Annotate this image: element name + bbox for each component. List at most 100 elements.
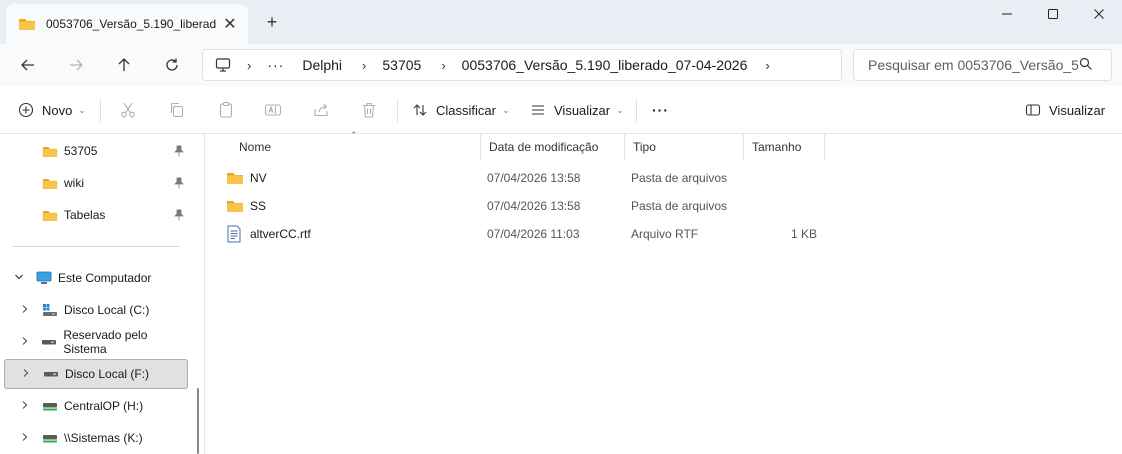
chevron-right-icon[interactable] (19, 368, 33, 381)
search-icon (1079, 57, 1101, 74)
sidebar-item-wiki[interactable]: wiki (4, 168, 188, 198)
clipboard-icon (219, 101, 233, 118)
tab-title: 0053706_Versão_5.190_liberado_07-04-2026 (46, 17, 216, 31)
address-bar[interactable]: › ··· Delphi › 53705 › 0053706_Versão_5.… (202, 49, 842, 81)
arrow-left-icon (21, 59, 34, 71)
details-pane-label: Visualizar (1049, 102, 1106, 118)
column-header-type[interactable]: Tipo (625, 134, 744, 160)
sidebar-item-drive-h[interactable]: CentralOP (H:) (4, 391, 188, 421)
breadcrumb-separator[interactable]: › (441, 58, 445, 73)
minimize-button[interactable] (984, 0, 1030, 28)
divider (100, 100, 101, 122)
sidebar-item-tabelas[interactable]: Tabelas (4, 200, 188, 230)
file-size (750, 164, 817, 192)
pin-icon (174, 209, 184, 224)
search-input[interactable]: Pesquisar em 0053706_Versão_5 (868, 57, 1079, 73)
new-tab-button[interactable]: + (262, 12, 282, 33)
command-bar: Novo ⌄ Classificar ⌄ Visualizar ⌄ ··· Vi… (0, 86, 1122, 134)
sidebar-item-drive-c[interactable]: Disco Local (C:) (4, 295, 188, 325)
file-name: SS (250, 199, 267, 213)
column-header-name[interactable]: Nome (224, 134, 481, 160)
delete-button[interactable] (358, 100, 380, 120)
view-button-label: Visualizar (554, 102, 611, 118)
sidebar-item-drive-k[interactable]: \\Sistemas (K:) (4, 423, 188, 453)
breadcrumb-separator[interactable]: › (362, 58, 366, 73)
title-bar: 0053706_Versão_5.190_liberado_07-04-2026… (0, 0, 1122, 44)
share-button[interactable] (310, 100, 332, 120)
sidebar-item-label: Este Computador (58, 271, 152, 285)
computer-icon (215, 57, 231, 73)
breadcrumb-current-folder[interactable]: 0053706_Versão_5.190_liberado_07-04-2026 (462, 57, 748, 73)
back-button[interactable] (14, 52, 42, 78)
sidebar-item-label: Disco Local (C:) (64, 303, 150, 317)
sidebar-item-label: CentralOP (H:) (64, 399, 144, 413)
sidebar-item-drive-f[interactable]: Disco Local (F:) (4, 359, 188, 389)
maximize-button[interactable] (1030, 0, 1076, 28)
breadcrumb-separator[interactable]: › (765, 58, 769, 73)
close-tab-button[interactable]: ✕ (222, 14, 238, 34)
trash-icon (363, 102, 375, 118)
details-pane-button[interactable]: Visualizar (1025, 86, 1105, 134)
scissors-icon (121, 102, 135, 118)
breadcrumb-53705[interactable]: 53705 (382, 57, 421, 73)
view-button[interactable]: Visualizar ⌄ (530, 86, 624, 134)
divider (636, 100, 637, 122)
folder-icon (42, 144, 58, 158)
sort-button[interactable]: Classificar ⌄ (412, 86, 510, 134)
chevron-right-icon[interactable] (18, 432, 32, 445)
sidebar-scrollbar[interactable] (197, 388, 199, 454)
share-icon (314, 103, 328, 117)
cut-button[interactable] (117, 100, 139, 120)
more-options-button[interactable]: ··· (652, 86, 669, 134)
maximize-icon (1048, 9, 1058, 19)
sidebar-item-label: 53705 (64, 144, 98, 158)
chevron-down-icon[interactable] (12, 272, 26, 285)
minimize-icon (1002, 13, 1012, 15)
column-headers: Nome Data de modificação Tipo Tamanho (206, 134, 1122, 160)
rename-icon (264, 104, 282, 116)
breadcrumb-overflow[interactable]: ··· (267, 57, 284, 73)
file-row-nv[interactable]: NV 07/04/2026 13:58 Pasta de arquivos (206, 164, 1122, 192)
tab-current-folder[interactable]: 0053706_Versão_5.190_liberado_07-04-2026… (6, 4, 248, 44)
drive-icon (43, 367, 59, 381)
windows-drive-icon (42, 303, 58, 317)
navigation-bar: › ··· Delphi › 53705 › 0053706_Versão_5.… (0, 44, 1122, 86)
file-row-altvercc[interactable]: altverCC.rtf 07/04/2026 11:03 Arquivo RT… (206, 220, 1122, 248)
sidebar-item-reserved[interactable]: Reservado pelo Sistema (4, 327, 188, 357)
forward-button[interactable] (62, 52, 90, 78)
folder-icon (42, 176, 58, 190)
sidebar-item-53705[interactable]: 53705 (4, 136, 188, 166)
copy-icon (170, 102, 184, 118)
copy-button[interactable] (166, 100, 188, 120)
sidebar-item-this-pc[interactable]: Este Computador (0, 263, 184, 293)
sidebar-divider (12, 246, 180, 247)
rename-button[interactable] (262, 100, 284, 120)
up-button[interactable] (110, 52, 138, 78)
chevron-right-icon[interactable] (18, 336, 31, 349)
list-view-icon (532, 105, 544, 115)
chevron-right-icon[interactable] (18, 400, 32, 413)
drive-icon (41, 335, 57, 349)
breadcrumb-separator[interactable]: › (247, 58, 251, 73)
chevron-right-icon[interactable] (18, 304, 32, 317)
arrow-right-icon (70, 59, 83, 71)
breadcrumb-delphi[interactable]: Delphi (302, 57, 342, 73)
column-header-modified[interactable]: Data de modificação (481, 134, 625, 160)
file-row-ss[interactable]: SS 07/04/2026 13:58 Pasta de arquivos (206, 192, 1122, 220)
chevron-down-icon: ⌄ (78, 104, 86, 115)
close-window-button[interactable] (1076, 0, 1122, 28)
new-button[interactable]: Novo ⌄ (18, 86, 86, 134)
sort-button-label: Classificar (436, 102, 496, 118)
pin-icon (174, 145, 184, 160)
folder-icon (226, 171, 244, 185)
refresh-button[interactable] (158, 52, 186, 78)
file-modified: 07/04/2026 11:03 (487, 227, 580, 241)
column-header-size[interactable]: Tamanho (744, 134, 825, 160)
network-drive-icon (42, 399, 58, 413)
refresh-icon (166, 58, 178, 71)
file-size: 1 KB (790, 227, 817, 241)
folder-icon (226, 199, 244, 213)
details-pane-icon (1025, 104, 1041, 116)
paste-button[interactable] (215, 100, 237, 120)
search-box[interactable]: Pesquisar em 0053706_Versão_5 (853, 49, 1112, 81)
